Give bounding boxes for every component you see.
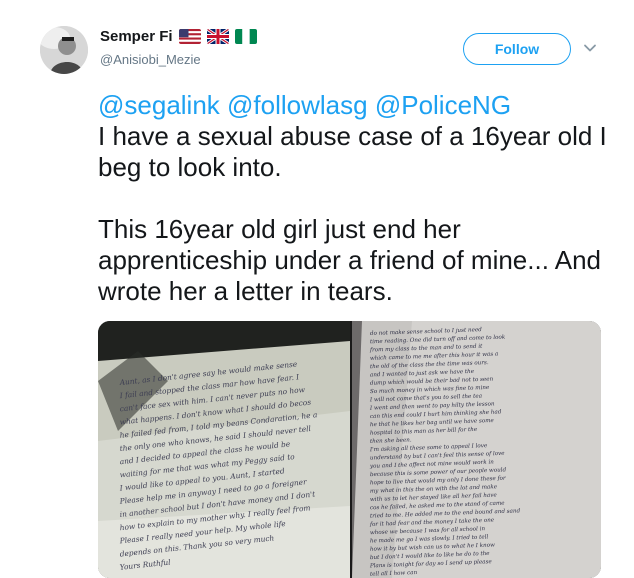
nigeria-flag-icon <box>234 29 257 44</box>
tweet-text: @segalink @followlasg @PoliceNG I have a… <box>98 90 618 307</box>
avatar[interactable] <box>40 26 88 74</box>
tweet-card: Semper Fi @Anisiobi_Mezie Follow @segali… <box>0 0 634 578</box>
author-name-row: Semper Fi <box>100 28 257 45</box>
tweet-line-2: This 16year old girl just end her appren… <box>98 214 601 306</box>
media-grid: Aunt, as I don't agree say he would make… <box>98 321 601 578</box>
follow-button[interactable]: Follow <box>463 33 571 65</box>
uk-flag-icon <box>206 29 229 44</box>
handwritten-letter-image: Aunt, as I don't agree say he would make… <box>98 321 350 578</box>
mention-link[interactable]: @PoliceNG <box>375 90 511 120</box>
mention-link[interactable]: @segalink <box>98 90 220 120</box>
profile-photo <box>40 26 88 74</box>
mention-link[interactable]: @followlasg <box>227 90 368 120</box>
chevron-down-icon[interactable] <box>582 40 598 56</box>
user-handle[interactable]: @Anisiobi_Mezie <box>100 52 201 67</box>
us-flag-icon <box>178 29 201 44</box>
handwritten-letter-image: do not make sense school to I just needt… <box>352 321 601 578</box>
tweet-paragraph-1: @segalink @followlasg @PoliceNG I have a… <box>98 90 618 183</box>
tweet-paragraph-2: This 16year old girl just end her appren… <box>98 214 618 307</box>
letter-photo-left[interactable]: Aunt, as I don't agree say he would make… <box>98 321 350 578</box>
tweet-line-1: I have a sexual abuse case of a 16year o… <box>98 121 607 182</box>
display-name[interactable]: Semper Fi <box>100 28 173 45</box>
letter-photo-right[interactable]: do not make sense school to I just need t… <box>352 321 601 578</box>
